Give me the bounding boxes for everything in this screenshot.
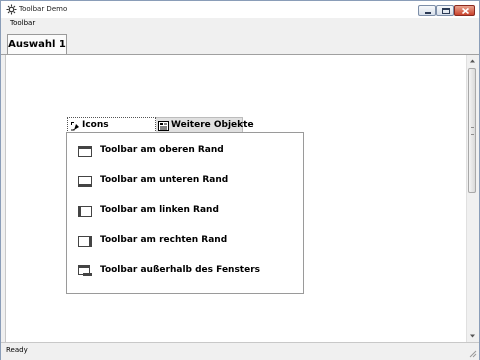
- maximize-button[interactable]: [436, 5, 454, 16]
- tab-icons-label: Icons: [82, 120, 109, 130]
- toolbar-left-icon: [78, 206, 92, 217]
- item-label: Toolbar am rechten Rand: [100, 235, 228, 245]
- close-icon: [461, 7, 470, 15]
- toolbar-options-panel: Icons Weitere Objekte Toolbar am oberen …: [66, 117, 304, 294]
- tab-auswahl-1[interactable]: Auswahl 1: [7, 34, 67, 54]
- tab-icons[interactable]: Icons: [67, 117, 156, 133]
- item-label: Toolbar am oberen Rand: [100, 145, 224, 155]
- cursor-icon: [71, 122, 79, 131]
- item-label: Toolbar am linken Rand: [100, 205, 219, 215]
- tab-weitere-objekte[interactable]: Weitere Objekte: [156, 117, 254, 133]
- toolbar-bottom-icon: [78, 176, 92, 187]
- grip-icon: [471, 127, 474, 135]
- scroll-thumb[interactable]: [468, 68, 476, 193]
- panel-body: Toolbar am oberen Rand Toolbar am untere…: [66, 132, 304, 294]
- tab-weitere-objekte-label: Weitere Objekte: [171, 120, 254, 130]
- toolbar-outside-icon: [78, 265, 92, 276]
- app-window: Toolbar Demo Toolbar Auswahl 1 Icons Wei…: [0, 0, 480, 360]
- maximize-icon: [442, 8, 450, 14]
- status-text: Ready: [6, 346, 28, 354]
- status-bar: Ready: [1, 342, 479, 360]
- tab-strip: Auswahl 1: [1, 29, 479, 55]
- scroll-up-icon[interactable]: [468, 56, 477, 66]
- toolbar-top-icon: [78, 146, 92, 157]
- minimize-button[interactable]: [418, 5, 436, 16]
- gear-app-icon[interactable]: [6, 4, 17, 15]
- objects-icon: [158, 121, 169, 131]
- window-title: Toolbar Demo: [19, 5, 68, 13]
- menu-bar: Toolbar: [1, 18, 479, 29]
- resize-grip-icon[interactable]: [467, 348, 477, 358]
- menu-toolbar[interactable]: Toolbar: [10, 19, 35, 27]
- title-bar[interactable]: Toolbar Demo: [1, 1, 479, 18]
- vertical-scrollbar[interactable]: [466, 55, 478, 342]
- scroll-down-icon[interactable]: [468, 331, 477, 341]
- minimize-icon: [425, 12, 431, 14]
- close-button[interactable]: [454, 5, 475, 16]
- item-label: Toolbar am unteren Rand: [100, 175, 229, 185]
- toolbar-right-icon: [78, 236, 92, 247]
- item-label: Toolbar außerhalb des Fensters: [100, 265, 261, 275]
